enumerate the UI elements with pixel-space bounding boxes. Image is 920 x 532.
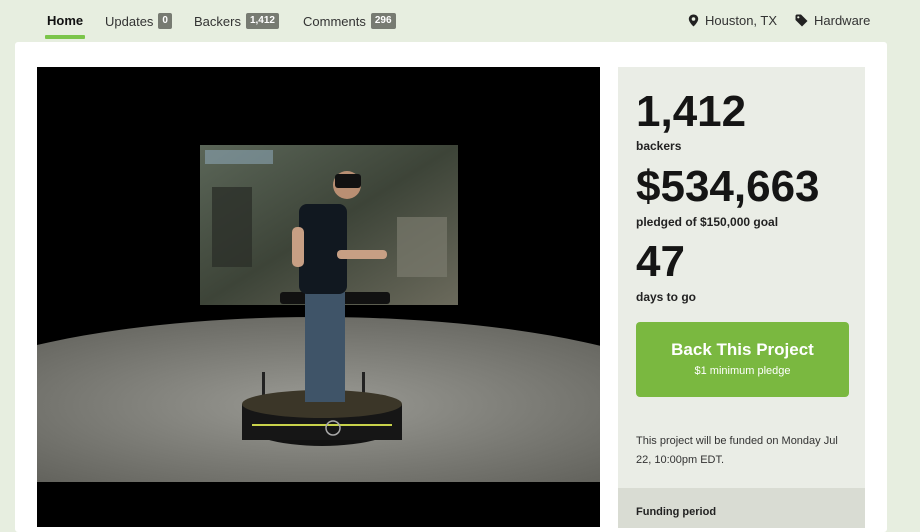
- days-count: 47: [636, 237, 685, 286]
- person-legs: [305, 292, 345, 402]
- days-label: days to go: [636, 290, 697, 304]
- minimum-pledge-text: $1 minimum pledge: [694, 365, 791, 377]
- pledged-amount: $534,663: [636, 162, 820, 211]
- backers-count-badge: 1,412: [245, 13, 279, 29]
- active-tab-indicator: [45, 35, 86, 39]
- tab-comments[interactable]: Comments 296: [303, 13, 396, 29]
- tab-home[interactable]: Home: [45, 13, 86, 39]
- funding-deadline-note: This project will be funded on Monday Ju…: [636, 435, 838, 466]
- updates-count-badge: 0: [158, 13, 172, 29]
- tag-icon: [795, 14, 808, 27]
- tab-comments-label: Comments: [303, 13, 366, 29]
- top-navigation: Home Updates 0 Backers 1,412 Comments 29…: [0, 0, 920, 42]
- map-pin-icon: [688, 14, 699, 27]
- video-frame: [37, 67, 600, 527]
- project-video[interactable]: [37, 67, 600, 527]
- pledged-goal-label: pledged of $150,000 goal: [636, 215, 779, 229]
- funding-stats-panel: 1,412 backers $534,663 pledged of $150,0…: [618, 67, 865, 528]
- funding-period-label: Funding period: [636, 506, 717, 518]
- project-category[interactable]: Hardware: [795, 13, 870, 28]
- tab-backers-label: Backers: [194, 13, 241, 29]
- back-project-title: Back This Project: [671, 340, 814, 359]
- vr-headset: [335, 174, 361, 188]
- backers-label: backers: [636, 139, 682, 153]
- location-text: Houston, TX: [705, 13, 778, 28]
- tab-home-label: Home: [47, 13, 84, 28]
- backers-count: 1,412: [636, 87, 747, 136]
- comments-count-badge: 296: [370, 13, 396, 29]
- tab-backers[interactable]: Backers 1,412: [194, 13, 279, 29]
- person-torso: [299, 204, 347, 294]
- funding-period-section: Funding period: [618, 488, 865, 528]
- tab-updates-label: Updates: [105, 13, 154, 29]
- tab-updates[interactable]: Updates 0: [105, 13, 172, 29]
- category-text: Hardware: [814, 13, 871, 28]
- project-location[interactable]: Houston, TX: [688, 13, 777, 28]
- back-project-button[interactable]: Back This Project $1 minimum pledge: [636, 322, 849, 397]
